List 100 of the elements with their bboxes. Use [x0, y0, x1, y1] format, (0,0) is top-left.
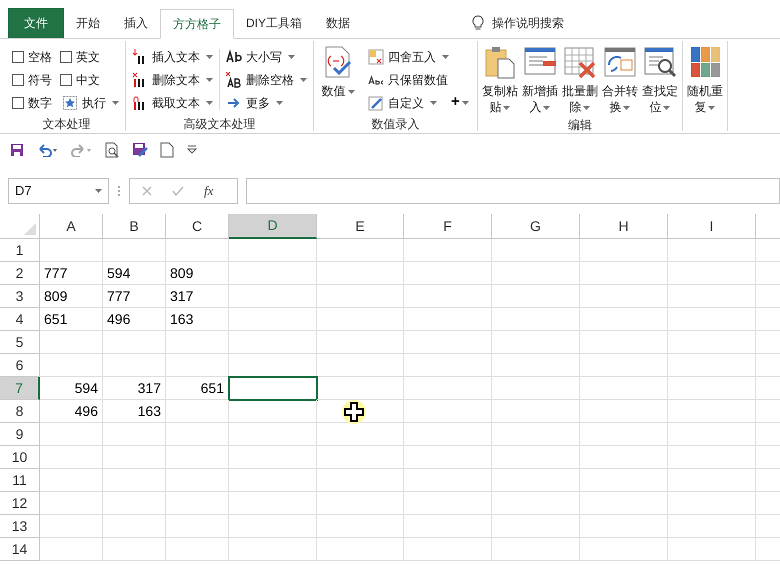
checkbox-option[interactable]: 数字	[12, 91, 52, 114]
row-header[interactable]: 11	[0, 469, 40, 492]
save-edit-icon[interactable]	[132, 142, 148, 158]
row-header[interactable]: 10	[0, 446, 40, 469]
ribbon-button[interactable]: 截取文本	[130, 91, 215, 114]
caret-icon	[503, 106, 510, 110]
column-header[interactable]: A	[40, 214, 103, 239]
row-header[interactable]: 3	[0, 285, 40, 308]
insert-function-button[interactable]: fx	[204, 181, 214, 201]
button-label: 新增插入	[522, 83, 558, 115]
table-cell	[166, 538, 229, 561]
ribbon-button[interactable]: 删除文本	[130, 68, 215, 91]
checkbox[interactable]	[12, 74, 24, 86]
caret-icon	[708, 106, 716, 110]
checkbox[interactable]	[12, 50, 24, 62]
ribbon-button[interactable]: 只保留数值	[366, 68, 473, 91]
ribbon-button[interactable]: 删除空格	[224, 68, 309, 91]
ribbon-large-button[interactable]: 查找定位	[640, 41, 680, 115]
table-delete-icon	[562, 45, 597, 79]
ribbon-large-button[interactable]: 批量删除	[560, 41, 600, 115]
table-cell	[103, 331, 166, 354]
button-label: 查找定位	[642, 83, 678, 115]
tell-me-search[interactable]: 操作说明搜索	[472, 8, 564, 38]
button-label: 数值	[320, 83, 356, 99]
table-cell: 809	[40, 285, 103, 308]
name-box[interactable]: D7	[8, 178, 109, 204]
ribbon-tab[interactable]: DIY工具箱	[234, 8, 314, 38]
ribbon-tab[interactable]: 数据	[314, 8, 362, 38]
column-header[interactable]: I	[668, 214, 756, 239]
row-header[interactable]: 13	[0, 515, 40, 538]
row-header[interactable]: 1	[0, 239, 40, 262]
ribbon-button[interactable]: 大小写	[224, 45, 309, 68]
table-cell: 496	[40, 400, 103, 423]
ribbon-button[interactable]: 自定义	[366, 91, 439, 114]
caret-icon	[206, 54, 213, 58]
ribbon-button[interactable]: 执行	[60, 91, 121, 114]
row-header[interactable]: 7	[0, 377, 40, 400]
print-preview-icon[interactable]	[104, 142, 120, 158]
ribbon-large-button[interactable]: 复制粘贴	[480, 41, 520, 115]
ribbon-large-button[interactable]: 合并转换	[600, 41, 640, 115]
column-header[interactable]: G	[492, 214, 580, 239]
table-cell: 317	[103, 377, 166, 400]
table-cell	[166, 469, 229, 492]
row-header[interactable]: 12	[0, 492, 40, 515]
table-cell: 809	[166, 262, 229, 285]
ribbon-large-button[interactable]: 新增插入	[520, 41, 560, 115]
caret-icon	[462, 100, 469, 104]
ribbon-large-button[interactable]: 随机重复	[684, 41, 725, 115]
tell-me-label: 操作说明搜索	[492, 15, 564, 32]
button-label: 大小写	[246, 48, 282, 66]
ribbon-tab[interactable]: 插入	[112, 8, 160, 38]
row-header[interactable]: 9	[0, 423, 40, 446]
row-header[interactable]: 14	[0, 538, 40, 561]
table-arrows-icon	[602, 45, 637, 79]
row-header[interactable]: 4	[0, 308, 40, 331]
save-icon[interactable]	[10, 143, 24, 157]
checkbox-option[interactable]: 英文	[60, 45, 121, 68]
file-tab[interactable]: 文件	[8, 8, 64, 38]
caret-icon	[583, 106, 590, 110]
column-header[interactable]: H	[580, 214, 668, 239]
ribbon-button[interactable]: 更多	[224, 91, 309, 114]
column-header[interactable]: D	[229, 214, 317, 239]
button-label: 自定义	[388, 94, 424, 112]
table-cell	[166, 492, 229, 515]
table-cell: 496	[103, 308, 166, 331]
ribbon-tab[interactable]: 方方格子	[160, 9, 234, 39]
row-header[interactable]: 2	[0, 262, 40, 285]
column-header[interactable]: E	[317, 214, 404, 239]
table-cell	[40, 354, 103, 377]
ribbon-button[interactable]: 插入文本	[130, 45, 215, 68]
button-label: 删除文本	[152, 72, 200, 88]
table-cell	[40, 538, 103, 561]
table-cell	[40, 446, 103, 469]
add-button[interactable]: +	[447, 91, 473, 114]
table-cell: 317	[166, 285, 229, 308]
checkbox[interactable]	[12, 96, 24, 108]
row-header[interactable]: 5	[0, 331, 40, 354]
formula-input[interactable]	[246, 178, 780, 204]
checkbox-option[interactable]: 符号	[12, 68, 52, 91]
ribbon-button[interactable]: 四舍五入	[366, 45, 473, 68]
table-cell: 777	[103, 285, 166, 308]
column-header[interactable]: F	[404, 214, 492, 239]
ribbon-large-button[interactable]: 数值	[318, 41, 358, 114]
button-label: 删除空格	[246, 72, 294, 88]
checkbox-label: 符号	[28, 72, 52, 88]
check-icon[interactable]	[172, 186, 184, 196]
active-cell[interactable]	[229, 377, 317, 400]
table-cell: 594	[40, 377, 103, 400]
checkbox[interactable]	[60, 74, 72, 86]
checkbox[interactable]	[60, 50, 72, 62]
checkbox-label: 数字	[28, 94, 52, 112]
button-label: 执行	[82, 94, 106, 112]
column-header[interactable]: B	[103, 214, 166, 239]
table-icon	[368, 48, 384, 64]
ribbon-tab[interactable]: 开始	[64, 8, 112, 38]
customize-toolbar-icon[interactable]	[186, 145, 198, 155]
checkbox-option[interactable]: 空格	[12, 45, 52, 68]
row-header[interactable]: 8	[0, 400, 40, 423]
new-document-icon[interactable]	[160, 142, 174, 158]
checkbox-option[interactable]: 中文	[60, 68, 121, 91]
